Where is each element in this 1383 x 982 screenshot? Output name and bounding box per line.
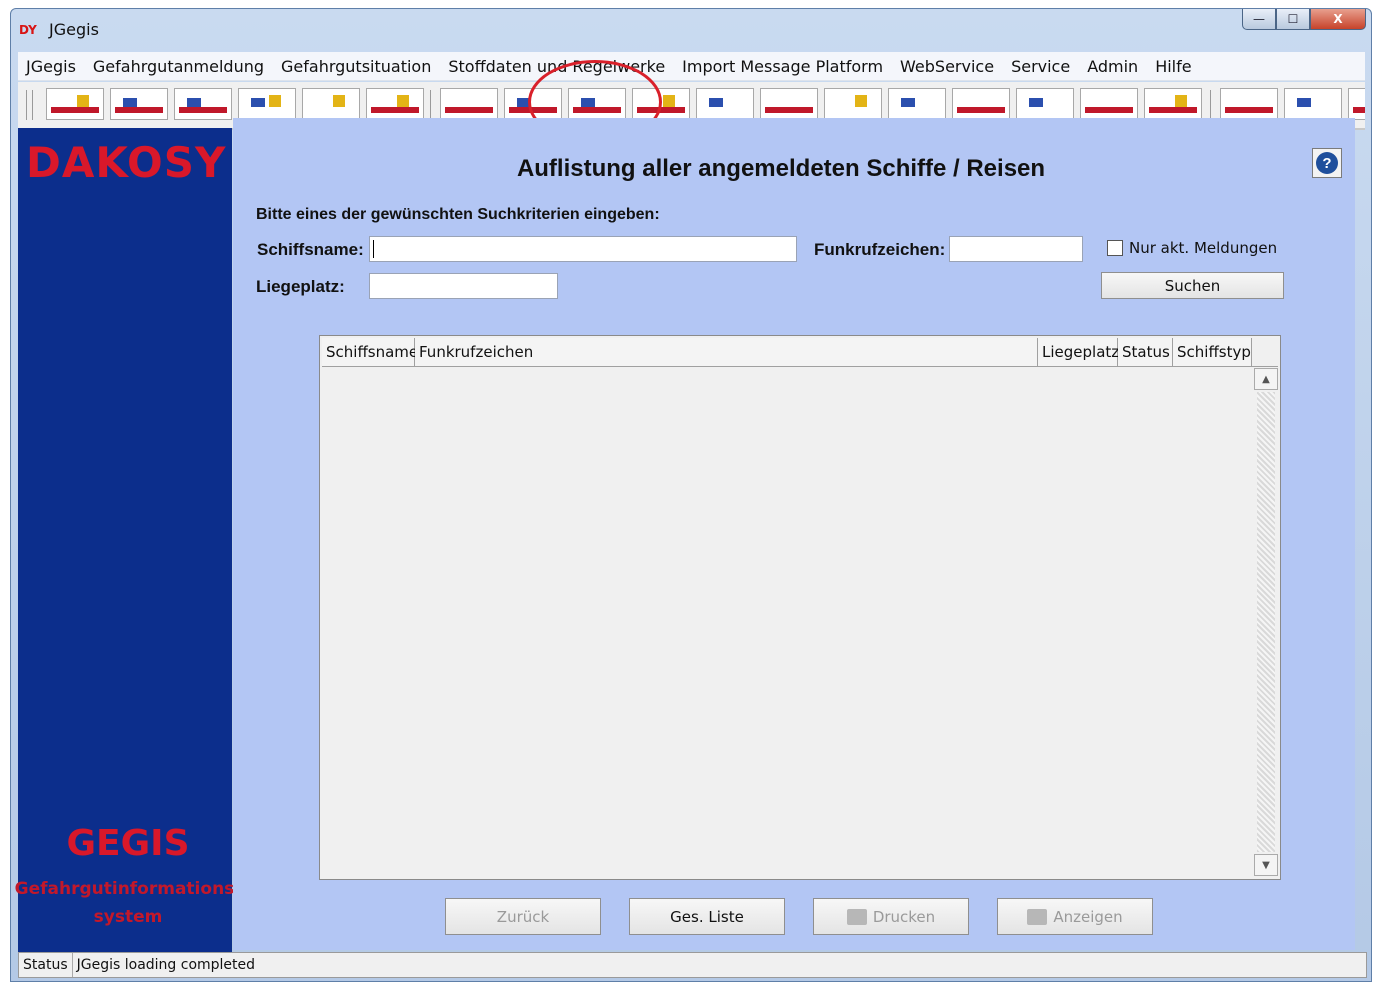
status-label: Status xyxy=(19,953,73,977)
menu-gefahrgutanmeldung[interactable]: Gefahrgutanmeldung xyxy=(93,57,264,76)
doc-truck-icon[interactable] xyxy=(1080,88,1138,120)
help-button[interactable]: ? xyxy=(1312,148,1342,178)
text-cursor xyxy=(373,240,374,258)
print-button[interactable]: Drucken xyxy=(813,898,969,935)
maximize-button[interactable]: ☐ xyxy=(1276,9,1310,30)
brand-logo: DAKOSY xyxy=(26,138,227,187)
title-bar[interactable]: DY JGegis — ☐ X xyxy=(11,9,1371,49)
column-header-status[interactable]: Status xyxy=(1118,338,1173,366)
back-button[interactable]: Zurück xyxy=(445,898,601,935)
status-bar: Status JGegis loading completed xyxy=(18,952,1367,978)
product-subtitle-2: system xyxy=(93,907,163,927)
crane-arrow-icon[interactable] xyxy=(302,88,360,120)
ship-register-icon[interactable] xyxy=(46,88,104,120)
funkrufzeichen-label: Funkrufzeichen: xyxy=(814,240,946,259)
window-controls: — ☐ X xyxy=(1242,9,1366,31)
toolbar-separator xyxy=(430,90,431,120)
menu-admin[interactable]: Admin xyxy=(1087,57,1138,76)
column-header-funkrufzeichen[interactable]: Funkrufzeichen xyxy=(415,338,1038,366)
menu-bar: JGegis Gefahrgutanmeldung Gefahrgutsitua… xyxy=(18,52,1365,81)
liegeplatz-input[interactable] xyxy=(369,273,558,299)
ship-hazard-dark-icon[interactable] xyxy=(1284,88,1342,120)
search-hazard-icon[interactable] xyxy=(888,88,946,120)
printer-icon xyxy=(846,908,867,925)
crane-ground-icon[interactable] xyxy=(696,88,754,120)
funkrufzeichen-input[interactable] xyxy=(949,236,1083,262)
column-header-liegeplatz[interactable]: Liegeplatz xyxy=(1038,338,1119,366)
window-title: JGegis xyxy=(49,20,99,39)
menu-jgegis[interactable]: JGegis xyxy=(26,57,76,76)
menu-hilfe[interactable]: Hilfe xyxy=(1155,57,1191,76)
schiffsname-input[interactable] xyxy=(369,236,797,262)
nur-akt-meldungen-checkbox[interactable] xyxy=(1107,240,1123,256)
person-arrow-icon[interactable] xyxy=(238,88,296,120)
scroll-down-icon[interactable]: ▼ xyxy=(1254,854,1278,876)
full-list-button[interactable]: Ges. Liste xyxy=(629,898,785,935)
status-message: JGegis loading completed xyxy=(76,957,256,973)
doc-ship-icon[interactable] xyxy=(952,88,1010,120)
search-container-icon[interactable] xyxy=(824,88,882,120)
toolbar-separator xyxy=(1210,90,1211,120)
table-header: Schiffsname Funkrufzeichen Liegeplatz St… xyxy=(322,338,1278,367)
schiffsname-label: Schiffsname: xyxy=(257,240,364,259)
minimize-button[interactable]: — xyxy=(1242,9,1276,30)
crane-icon[interactable] xyxy=(174,88,232,120)
truck-arrow-icon[interactable] xyxy=(366,88,424,120)
nur-akt-meldungen-label[interactable]: Nur akt. Meldungen xyxy=(1129,239,1277,257)
app-logo: DY xyxy=(19,23,37,37)
hazard-diamond-icon[interactable] xyxy=(440,88,498,120)
column-header-schiffsname[interactable]: Schiffsname xyxy=(322,338,418,366)
menu-import-message-platform[interactable]: Import Message Platform xyxy=(682,57,883,76)
product-name: GEGIS xyxy=(66,823,190,864)
scroll-track[interactable] xyxy=(1257,392,1275,852)
ship-hazard-icon[interactable] xyxy=(1220,88,1278,120)
close-button[interactable]: X xyxy=(1310,9,1366,30)
doc-crane-icon[interactable] xyxy=(1016,88,1074,120)
scroll-up-icon[interactable]: ▲ xyxy=(1254,368,1278,390)
search-instruction: Bitte eines der gewünschten Suchkriterie… xyxy=(256,206,660,223)
menu-webservice[interactable]: WebService xyxy=(900,57,994,76)
show-button-label: Anzeigen xyxy=(1053,907,1123,926)
hazard-partial-icon[interactable] xyxy=(1348,88,1365,120)
product-subtitle-1: Gefahrgutinformations- xyxy=(14,879,242,899)
container-doc-icon[interactable] xyxy=(1144,88,1202,120)
page-title: Auflistung aller angemeldeten Schiffe / … xyxy=(516,155,1046,182)
toolbar-separator xyxy=(26,90,27,120)
help-icon: ? xyxy=(1316,152,1338,174)
liegeplatz-label: Liegeplatz: xyxy=(256,277,345,296)
table-scrollbar[interactable]: ▲ ▼ xyxy=(1254,368,1278,878)
search-button[interactable]: Suchen xyxy=(1101,272,1284,299)
menu-gefahrgutsituation[interactable]: Gefahrgutsituation xyxy=(281,57,431,76)
toolbar-separator xyxy=(32,90,33,120)
results-table: Schiffsname Funkrufzeichen Liegeplatz St… xyxy=(319,335,1281,880)
menu-service[interactable]: Service xyxy=(1011,57,1070,76)
truck-icon[interactable] xyxy=(760,88,818,120)
csv-ship-icon[interactable] xyxy=(110,88,168,120)
folder-open-icon xyxy=(1027,908,1048,925)
print-button-label: Drucken xyxy=(872,907,936,926)
show-button[interactable]: Anzeigen xyxy=(997,898,1153,935)
column-header-schiffstyp[interactable]: Schiffstyp xyxy=(1173,338,1252,366)
